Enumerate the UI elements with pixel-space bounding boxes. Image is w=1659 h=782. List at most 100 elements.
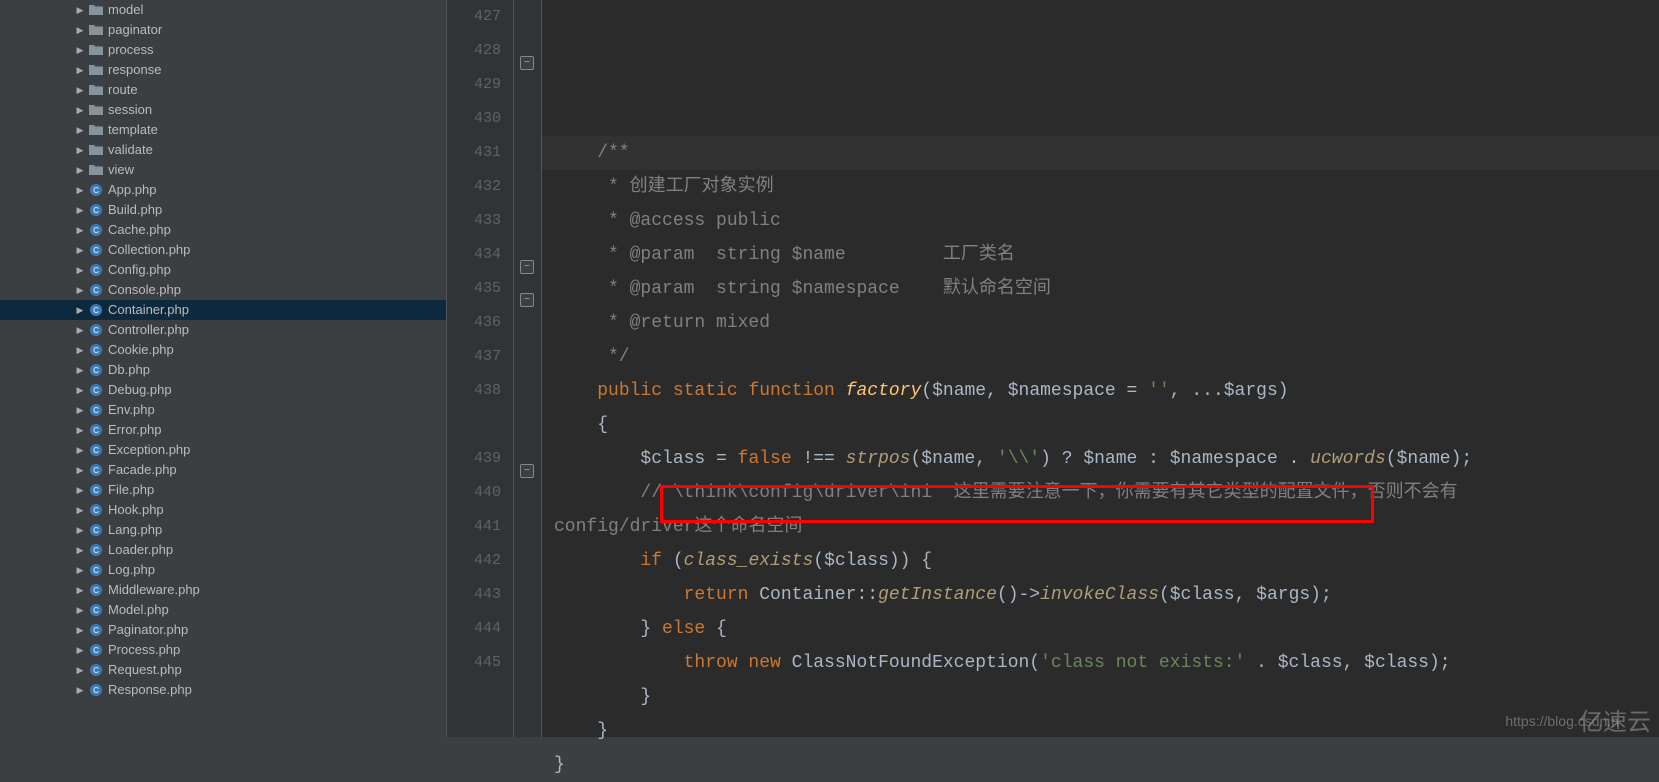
svg-text:C: C — [93, 666, 99, 675]
code-line[interactable]: $class = false !== strpos($name, '\\') ?… — [542, 442, 1659, 476]
line-number: 436 — [447, 306, 513, 340]
code-line[interactable]: * @return mixed — [542, 306, 1659, 340]
code-line[interactable]: // \think\config\driver\ini 这里需要注意一下，你需要… — [542, 476, 1659, 510]
chevron-right-icon: ▶ — [74, 584, 86, 596]
svg-text:C: C — [93, 446, 99, 455]
tree-item-label: Paginator.php — [108, 620, 188, 640]
chevron-right-icon: ▶ — [74, 444, 86, 456]
code-line[interactable]: * 创建工厂对象实例 — [542, 170, 1659, 204]
tree-file-Build-php[interactable]: ▶CBuild.php — [0, 200, 446, 220]
tree-folder-paginator[interactable]: ▶paginator — [0, 20, 446, 40]
line-number: 435 — [447, 272, 513, 306]
tree-file-Response-php[interactable]: ▶CResponse.php — [0, 680, 446, 700]
tree-file-Console-php[interactable]: ▶CConsole.php — [0, 280, 446, 300]
svg-text:C: C — [93, 526, 99, 535]
tree-item-label: process — [108, 40, 154, 60]
code-line[interactable]: config/driver这个命名空间 — [542, 510, 1659, 544]
tree-file-Request-php[interactable]: ▶ C Request.php — [0, 660, 446, 680]
php-file-icon: C — [88, 323, 104, 337]
svg-text:C: C — [93, 306, 99, 315]
code-line[interactable]: * @param string $name 工厂类名 — [542, 238, 1659, 272]
code-line[interactable]: if (class_exists($class)) { — [542, 544, 1659, 578]
code-line[interactable]: } — [542, 748, 1659, 782]
tree-file-Debug-php[interactable]: ▶CDebug.php — [0, 380, 446, 400]
chevron-right-icon: ▶ — [74, 664, 86, 676]
fold-toggle-icon[interactable]: − — [520, 293, 534, 307]
tree-file-App-php[interactable]: ▶CApp.php — [0, 180, 446, 200]
file-tree-sidebar[interactable]: ▶model▶paginator▶process▶response▶route▶… — [0, 0, 447, 737]
code-line[interactable]: * @access public — [542, 204, 1659, 238]
code-line[interactable]: public static function factory($name, $n… — [542, 374, 1659, 408]
tree-file-Cache-php[interactable]: ▶CCache.php — [0, 220, 446, 240]
chevron-right-icon: ▶ — [74, 104, 86, 116]
code-line[interactable]: } else { — [542, 612, 1659, 646]
code-area[interactable]: /** * 创建工厂对象实例 * @access public * @param… — [542, 0, 1659, 737]
svg-text:C: C — [93, 586, 99, 595]
code-line[interactable]: * @param string $namespace 默认命名空间 — [542, 272, 1659, 306]
fold-toggle-icon[interactable]: − — [520, 464, 534, 478]
tree-file-Config-php[interactable]: ▶CConfig.php — [0, 260, 446, 280]
code-line[interactable] — [542, 102, 1659, 136]
tree-file-Db-php[interactable]: ▶CDb.php — [0, 360, 446, 380]
tree-file-Cookie-php[interactable]: ▶CCookie.php — [0, 340, 446, 360]
line-number: 437 — [447, 340, 513, 374]
tree-item-label: Loader.php — [108, 540, 173, 560]
fold-gutter[interactable]: − − − − — [514, 0, 542, 737]
tree-file-Hook-php[interactable]: ▶CHook.php — [0, 500, 446, 520]
tree-file-Lang-php[interactable]: ▶CLang.php — [0, 520, 446, 540]
tree-file-Exception-php[interactable]: ▶CException.php — [0, 440, 446, 460]
code-line[interactable]: */ — [542, 340, 1659, 374]
tree-item-label: response — [108, 60, 161, 80]
tree-item-label: Build.php — [108, 200, 162, 220]
code-line[interactable]: /** — [542, 136, 1659, 170]
tree-file-Log-php[interactable]: ▶CLog.php — [0, 560, 446, 580]
tree-file-Collection-php[interactable]: ▶CCollection.php — [0, 240, 446, 260]
tree-folder-response[interactable]: ▶response — [0, 60, 446, 80]
code-line[interactable]: throw new ClassNotFoundException('class … — [542, 646, 1659, 680]
tree-item-label: Request.php — [108, 660, 182, 680]
code-editor[interactable]: 4274284294304314324334344354364374384394… — [447, 0, 1659, 737]
tree-file-Container-php[interactable]: ▶CContainer.php — [0, 300, 446, 320]
chevron-right-icon: ▶ — [74, 244, 86, 256]
code-line[interactable]: { — [542, 408, 1659, 442]
code-line[interactable]: } — [542, 714, 1659, 748]
tree-folder-session[interactable]: ▶ session — [0, 100, 446, 120]
folder-icon — [88, 43, 104, 57]
tree-file-Loader-php[interactable]: ▶CLoader.php — [0, 540, 446, 560]
tree-file-Middleware-php[interactable]: ▶CMiddleware.php — [0, 580, 446, 600]
tree-item-label: session — [108, 100, 152, 120]
tree-file-Controller-php[interactable]: ▶CController.php — [0, 320, 446, 340]
tree-folder-validate[interactable]: ▶validate — [0, 140, 446, 160]
line-number: 445 — [447, 646, 513, 680]
tree-folder-template[interactable]: ▶template — [0, 120, 446, 140]
php-file-icon: C — [88, 403, 104, 417]
folder-icon — [88, 103, 104, 117]
line-number: 428 — [447, 34, 513, 68]
code-line[interactable]: return Container::getInstance()->invokeC… — [542, 578, 1659, 612]
tree-file-Error-php[interactable]: ▶CError.php — [0, 420, 446, 440]
watermark-brand: 亿速云 — [1579, 702, 1651, 737]
tree-file-Env-php[interactable]: ▶CEnv.php — [0, 400, 446, 420]
chevron-right-icon: ▶ — [74, 324, 86, 336]
tree-item-label: Db.php — [108, 360, 150, 380]
tree-file-Process-php[interactable]: ▶CProcess.php — [0, 640, 446, 660]
tree-file-File-php[interactable]: ▶CFile.php — [0, 480, 446, 500]
fold-toggle-icon[interactable]: − — [520, 260, 534, 274]
tree-file-Paginator-php[interactable]: ▶CPaginator.php — [0, 620, 446, 640]
tree-folder-route[interactable]: ▶route — [0, 80, 446, 100]
tree-file-Facade-php[interactable]: ▶CFacade.php — [0, 460, 446, 480]
tree-file-Model-php[interactable]: ▶CModel.php — [0, 600, 446, 620]
tree-folder-model[interactable]: ▶model — [0, 0, 446, 20]
svg-text:C: C — [93, 566, 99, 575]
code-line[interactable]: } — [542, 680, 1659, 714]
svg-text:C: C — [93, 206, 99, 215]
php-file-icon: C — [88, 503, 104, 517]
tree-folder-process[interactable]: ▶process — [0, 40, 446, 60]
chevron-right-icon: ▶ — [74, 364, 86, 376]
chevron-right-icon: ▶ — [74, 644, 86, 656]
tree-folder-view[interactable]: ▶view — [0, 160, 446, 180]
line-number: 444 — [447, 612, 513, 646]
folder-icon — [88, 123, 104, 137]
fold-toggle-icon[interactable]: − — [520, 56, 534, 70]
tree-item-label: File.php — [108, 480, 154, 500]
